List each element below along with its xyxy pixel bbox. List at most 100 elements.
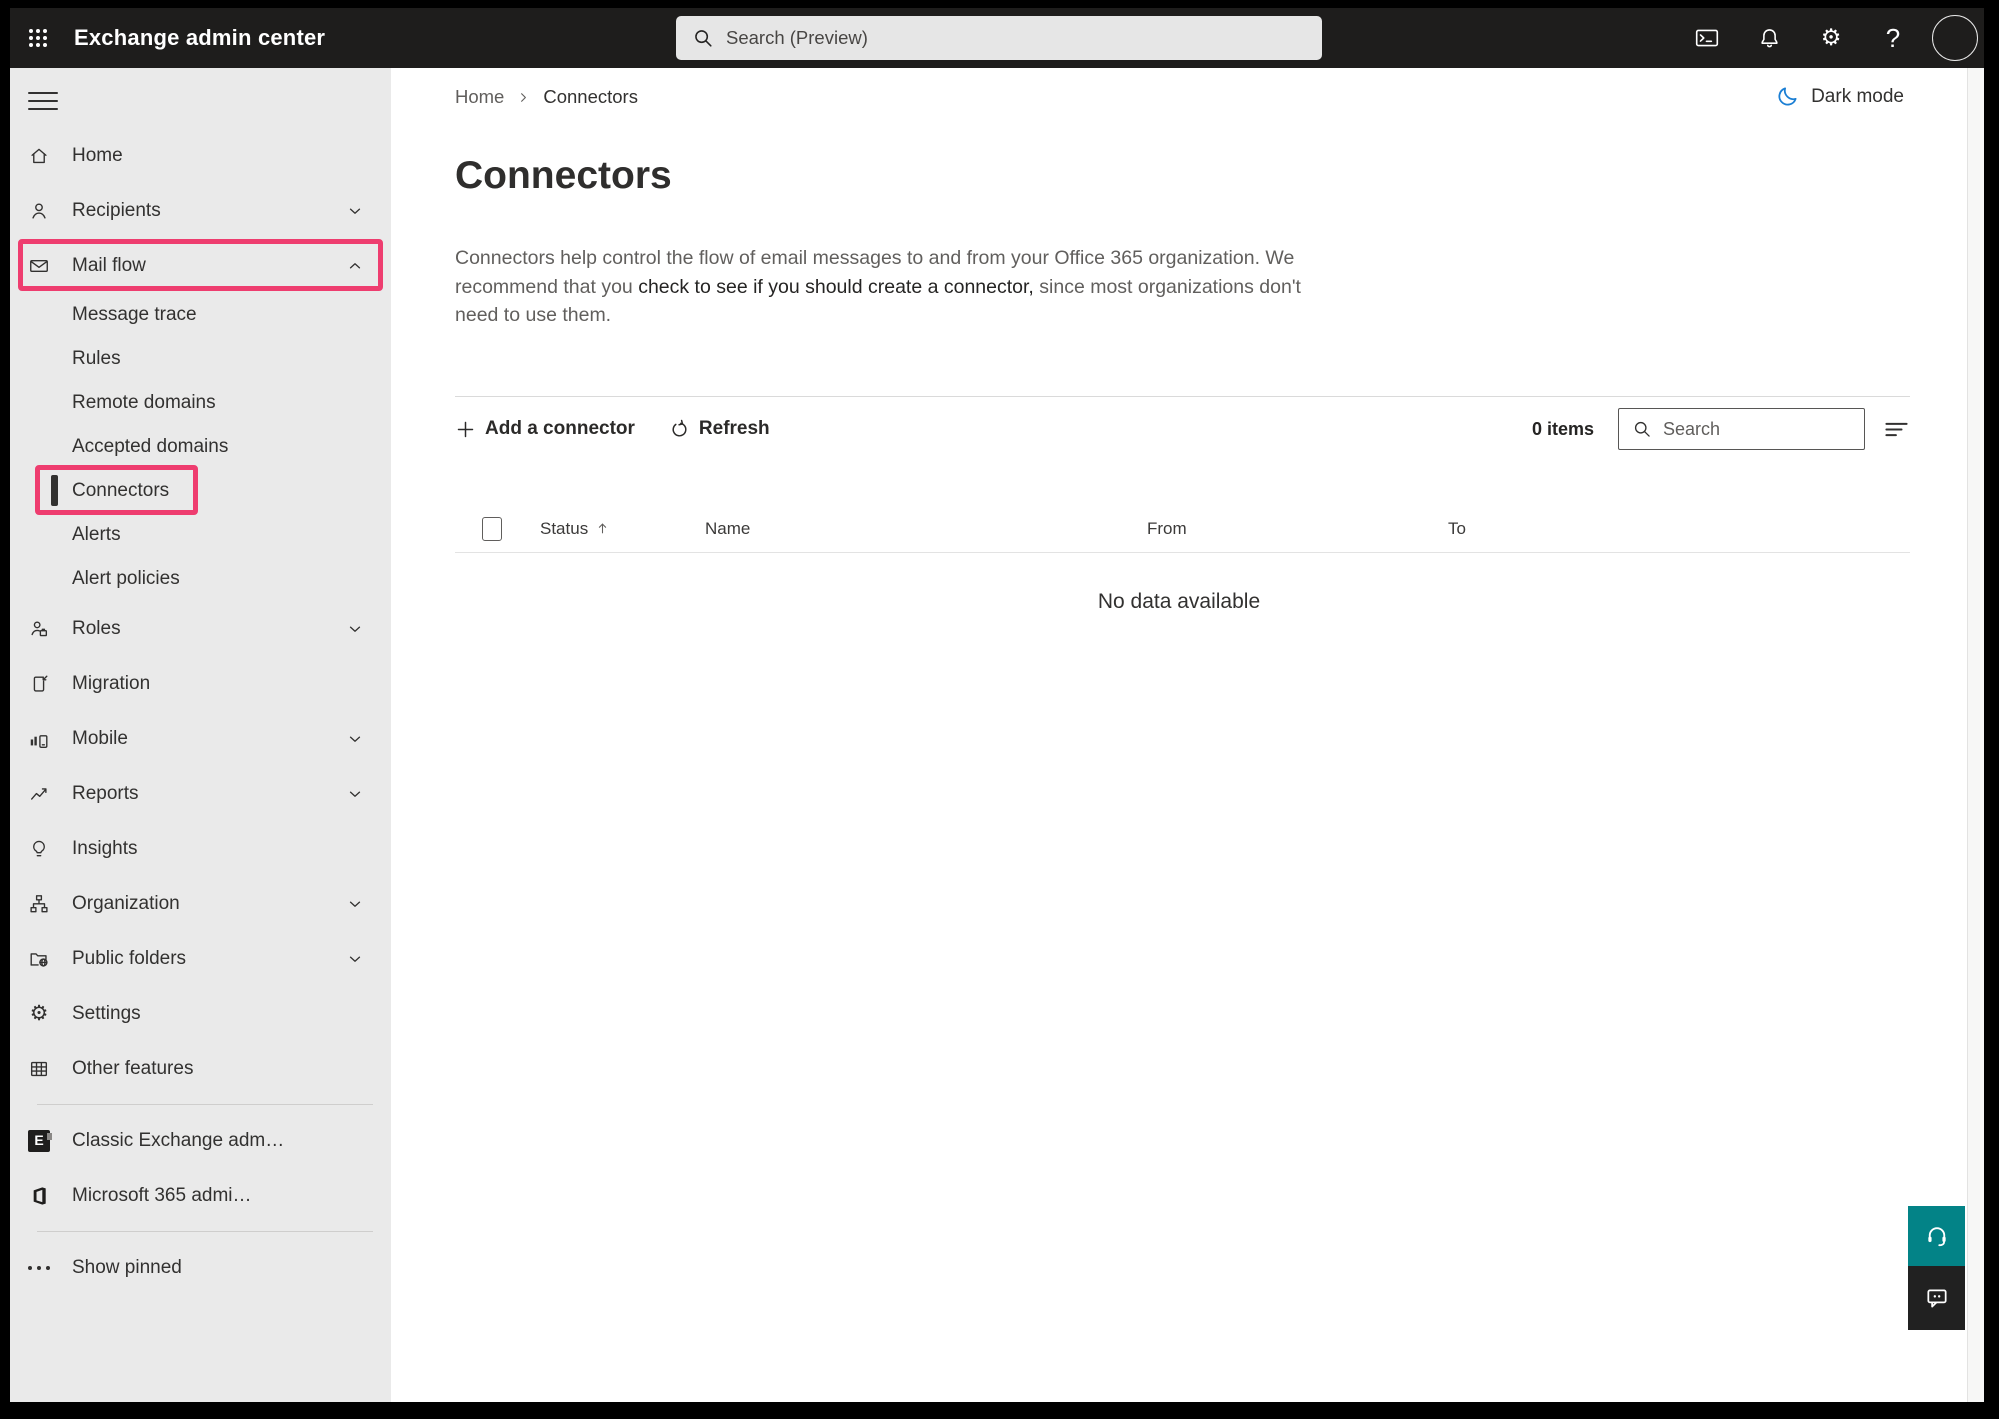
main-content: Home Connectors Dark mode Connectors Con… — [391, 68, 1967, 1402]
column-header-from[interactable]: From — [1147, 519, 1448, 539]
sidebar-item-remote-domains[interactable]: Remote domains — [10, 381, 391, 425]
column-label: Status — [540, 519, 588, 539]
sidebar-item-roles[interactable]: Roles — [10, 601, 391, 656]
table-header-row: Status Name From To — [455, 505, 1910, 553]
sidebar-item-migration[interactable]: Migration — [10, 656, 391, 711]
microsoft-365-logo-icon — [28, 1185, 50, 1207]
global-search-input[interactable] — [726, 27, 1266, 49]
list-search-box[interactable] — [1618, 408, 1865, 450]
org-chart-icon — [28, 893, 50, 915]
sidebar-item-label: Remote domains — [72, 392, 216, 414]
column-header-to[interactable]: To — [1448, 519, 1910, 539]
sidebar-item-recipients[interactable]: Recipients — [10, 183, 391, 238]
global-search-box[interactable] — [676, 16, 1322, 60]
sidebar-item-insights[interactable]: Insights — [10, 821, 391, 876]
ellipsis-icon — [28, 1257, 50, 1279]
sidebar-item-organization[interactable]: Organization — [10, 876, 391, 931]
mobile-icon — [28, 728, 50, 750]
sidebar-item-alert-policies[interactable]: Alert policies — [10, 557, 391, 601]
refresh-icon — [669, 419, 690, 440]
sidebar-item-label: Mail flow — [72, 255, 146, 277]
select-all-checkbox[interactable] — [482, 517, 502, 541]
account-avatar[interactable] — [1932, 15, 1978, 61]
sidebar-divider — [37, 1104, 373, 1105]
sidebar-item-label: Roles — [72, 618, 121, 640]
chevron-down-icon — [346, 730, 364, 748]
headset-icon — [1924, 1223, 1950, 1249]
sidebar-item-rules[interactable]: Rules — [10, 337, 391, 381]
sidebar-item-label: Settings — [72, 1003, 141, 1025]
chevron-down-icon — [346, 202, 364, 220]
support-button[interactable] — [1908, 1206, 1965, 1266]
list-toolbar: Add a connector Refresh 0 items — [455, 404, 1910, 454]
notifications-button[interactable] — [1738, 8, 1800, 68]
plus-icon — [455, 419, 476, 440]
lightbulb-icon — [28, 838, 50, 860]
sidebar-item-accepted-domains[interactable]: Accepted domains — [10, 425, 391, 469]
search-icon — [692, 27, 714, 49]
gear-icon: ⚙ — [28, 1003, 50, 1025]
toolbar-divider — [455, 396, 1910, 397]
reports-icon — [28, 783, 50, 805]
app-title: Exchange admin center — [74, 25, 325, 51]
dark-mode-toggle[interactable]: Dark mode — [1775, 84, 1904, 109]
chevron-down-icon — [346, 785, 364, 803]
filter-button[interactable] — [1883, 416, 1910, 443]
create-connector-check-link[interactable]: check to see if you should create a conn… — [638, 276, 1034, 298]
add-connector-button[interactable]: Add a connector — [455, 418, 635, 440]
sidebar-item-mobile[interactable]: Mobile — [10, 711, 391, 766]
sidebar-item-label: Public folders — [72, 948, 186, 970]
refresh-button[interactable]: Refresh — [669, 418, 770, 440]
sidebar-item-label: Recipients — [72, 200, 161, 222]
column-label: To — [1448, 519, 1466, 538]
gear-icon: ⚙ — [1821, 27, 1842, 50]
sidebar-item-label: Classic Exchange adm… — [72, 1130, 284, 1152]
sidebar-item-home[interactable]: Home — [10, 128, 391, 183]
refresh-label: Refresh — [699, 418, 770, 440]
settings-button[interactable]: ⚙ — [1800, 8, 1862, 68]
list-search-input[interactable] — [1663, 419, 1833, 440]
top-app-bar: Exchange admin center ⚙ — [10, 8, 1984, 68]
breadcrumb-home-link[interactable]: Home — [455, 86, 504, 108]
app-launcher-button[interactable] — [10, 8, 66, 68]
sidebar-item-label: Migration — [72, 673, 150, 695]
sidebar-item-label: Message trace — [72, 304, 197, 326]
sidebar-item-show-pinned[interactable]: Show pinned — [10, 1240, 391, 1295]
column-header-status[interactable]: Status — [540, 519, 705, 539]
help-button[interactable]: ? — [1862, 8, 1924, 68]
selected-item-indicator — [51, 475, 58, 506]
page-description: Connectors help control the flow of emai… — [455, 244, 1307, 330]
sidebar-item-reports[interactable]: Reports — [10, 766, 391, 821]
sidebar-item-label: Alerts — [72, 524, 121, 546]
sidebar-item-label: Alert policies — [72, 568, 180, 590]
chevron-down-icon — [346, 620, 364, 638]
page-scrollbar[interactable] — [1967, 68, 1984, 1402]
add-connector-label: Add a connector — [485, 418, 635, 440]
sidebar-item-public-folders[interactable]: Public folders — [10, 931, 391, 986]
sidebar-item-microsoft-365-admin[interactable]: Microsoft 365 admi… — [10, 1168, 391, 1223]
sidebar-item-mail-flow[interactable]: Mail flow — [10, 238, 391, 293]
column-header-name[interactable]: Name — [705, 519, 1147, 539]
folder-globe-icon — [28, 948, 50, 970]
sidebar-item-classic-exchange-admin[interactable]: E Classic Exchange adm… — [10, 1113, 391, 1168]
sidebar-item-message-trace[interactable]: Message trace — [10, 293, 391, 337]
breadcrumb: Home Connectors — [455, 86, 638, 108]
people-icon — [28, 200, 50, 222]
migration-icon — [28, 673, 50, 695]
sidebar-item-label: Other features — [72, 1058, 193, 1080]
feedback-button[interactable] — [1908, 1266, 1965, 1330]
chevron-down-icon — [346, 895, 364, 913]
waffle-icon — [26, 26, 50, 50]
sidebar-item-alerts[interactable]: Alerts — [10, 513, 391, 557]
home-icon — [28, 145, 50, 167]
question-mark-icon: ? — [1886, 25, 1900, 51]
sidebar-item-label: Insights — [72, 838, 137, 860]
column-label: From — [1147, 519, 1187, 538]
sidebar-item-settings[interactable]: ⚙ Settings — [10, 986, 391, 1041]
empty-state-message: No data available — [391, 590, 1967, 614]
column-label: Name — [705, 519, 750, 538]
sidebar-item-connectors[interactable]: Connectors — [10, 469, 391, 513]
sidebar-item-other-features[interactable]: Other features — [10, 1041, 391, 1096]
powershell-button[interactable] — [1676, 8, 1738, 68]
collapse-nav-button[interactable] — [28, 88, 58, 114]
